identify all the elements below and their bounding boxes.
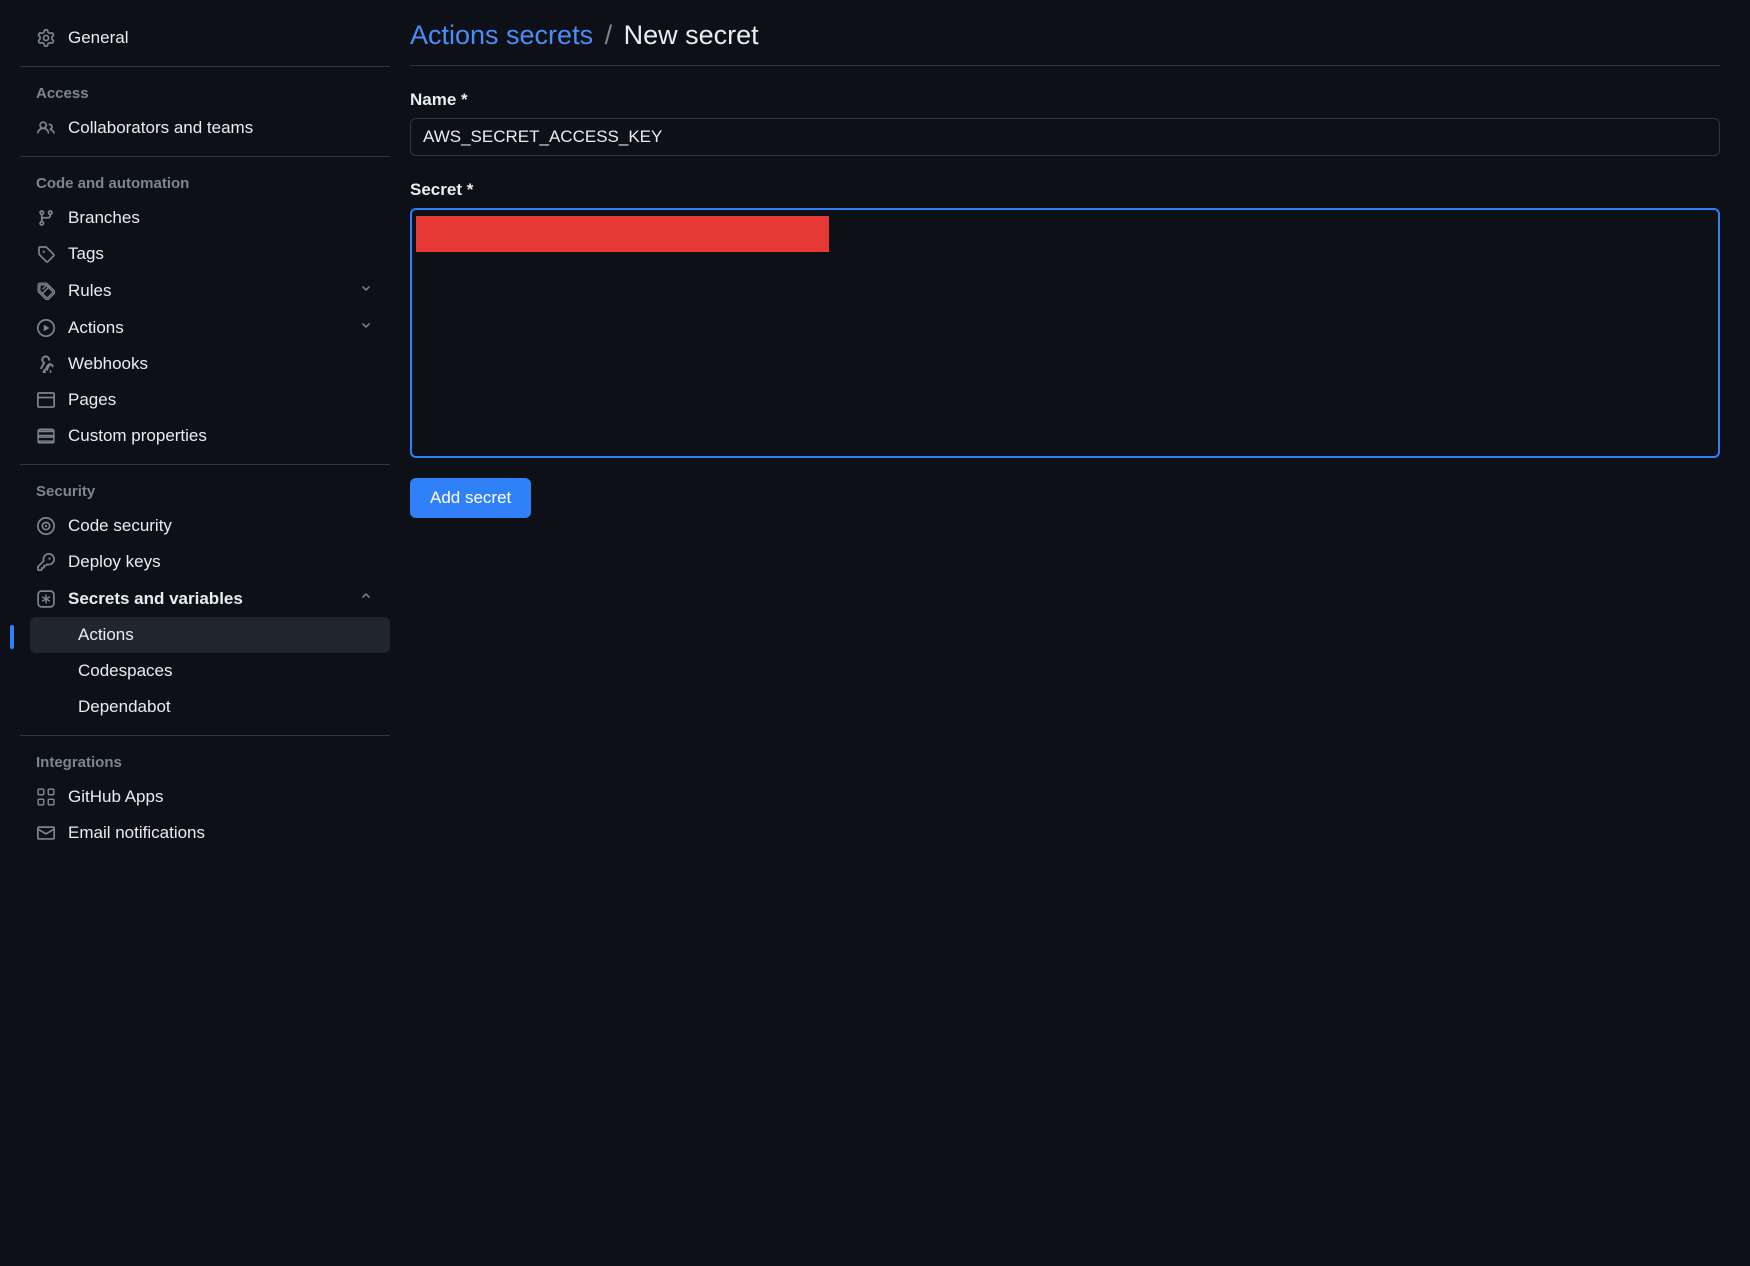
divider [20,735,390,736]
browser-icon [36,390,56,410]
section-header-access: Access [20,77,390,110]
redacted-secret-value [416,216,829,252]
sidebar-item-general[interactable]: General [20,20,390,56]
sidebar-item-label: Pages [68,390,116,410]
secret-label: Secret * [410,180,1720,200]
list-icon [36,426,56,446]
sidebar-item-custom-properties[interactable]: Custom properties [20,418,390,454]
divider [20,464,390,465]
sidebar-item-label: Actions [68,318,124,338]
sidebar-item-github-apps[interactable]: GitHub Apps [20,779,390,815]
sidebar-item-tags[interactable]: Tags [20,236,390,272]
settings-sidebar: General Access Collaborators and teams C… [0,0,400,1266]
sidebar-item-label: GitHub Apps [68,787,163,807]
sidebar-item-label: Collaborators and teams [68,118,253,138]
branch-icon [36,208,56,228]
breadcrumb-current: New secret [624,20,759,50]
section-header-code: Code and automation [20,167,390,200]
sidebar-item-webhooks[interactable]: Webhooks [20,346,390,382]
sidebar-item-deploy-keys[interactable]: Deploy keys [20,544,390,580]
name-input[interactable] [410,118,1720,156]
sidebar-subitem-label: Actions [78,625,134,644]
rules-icon [36,281,56,301]
asterisk-icon [36,589,56,609]
sidebar-item-rules[interactable]: Rules [20,272,390,309]
secret-textarea[interactable] [410,208,1720,458]
sidebar-item-label: Tags [68,244,104,264]
breadcrumb: Actions secrets / New secret [410,20,1720,66]
name-label: Name * [410,90,1720,110]
sidebar-subitem-actions[interactable]: Actions [30,617,390,653]
sidebar-item-label: Branches [68,208,140,228]
main-content: Actions secrets / New secret Name * Secr… [400,0,1750,1266]
sidebar-item-actions[interactable]: Actions [20,309,390,346]
breadcrumb-link[interactable]: Actions secrets [410,20,593,50]
sidebar-subitem-label: Dependabot [78,697,171,716]
sidebar-item-pages[interactable]: Pages [20,382,390,418]
play-icon [36,318,56,338]
sidebar-item-branches[interactable]: Branches [20,200,390,236]
sidebar-item-email-notifications[interactable]: Email notifications [20,815,390,851]
section-header-security: Security [20,475,390,508]
sidebar-subitem-dependabot[interactable]: Dependabot [30,689,390,725]
key-icon [36,552,56,572]
sidebar-item-secrets-variables[interactable]: Secrets and variables [20,580,390,617]
sidebar-item-label: Code security [68,516,172,536]
chevron-down-icon [358,317,374,338]
gear-icon [36,28,56,48]
add-secret-button[interactable]: Add secret [410,478,531,518]
sidebar-item-collaborators[interactable]: Collaborators and teams [20,110,390,146]
apps-icon [36,787,56,807]
tag-icon [36,244,56,264]
sidebar-item-code-security[interactable]: Code security [20,508,390,544]
breadcrumb-separator: / [605,20,613,50]
sidebar-item-label: General [68,28,128,48]
sidebar-item-label: Webhooks [68,354,148,374]
section-header-integrations: Integrations [20,746,390,779]
shield-icon [36,516,56,536]
people-icon [36,118,56,138]
chevron-down-icon [358,280,374,301]
divider [20,66,390,67]
sidebar-subitem-label: Codespaces [78,661,173,680]
sidebar-item-label: Rules [68,281,111,301]
chevron-up-icon [358,588,374,609]
sidebar-item-label: Secrets and variables [68,589,243,609]
sidebar-subitem-codespaces[interactable]: Codespaces [30,653,390,689]
sidebar-item-label: Custom properties [68,426,207,446]
sidebar-item-label: Email notifications [68,823,205,843]
divider [20,156,390,157]
webhook-icon [36,354,56,374]
mail-icon [36,823,56,843]
sidebar-item-label: Deploy keys [68,552,161,572]
